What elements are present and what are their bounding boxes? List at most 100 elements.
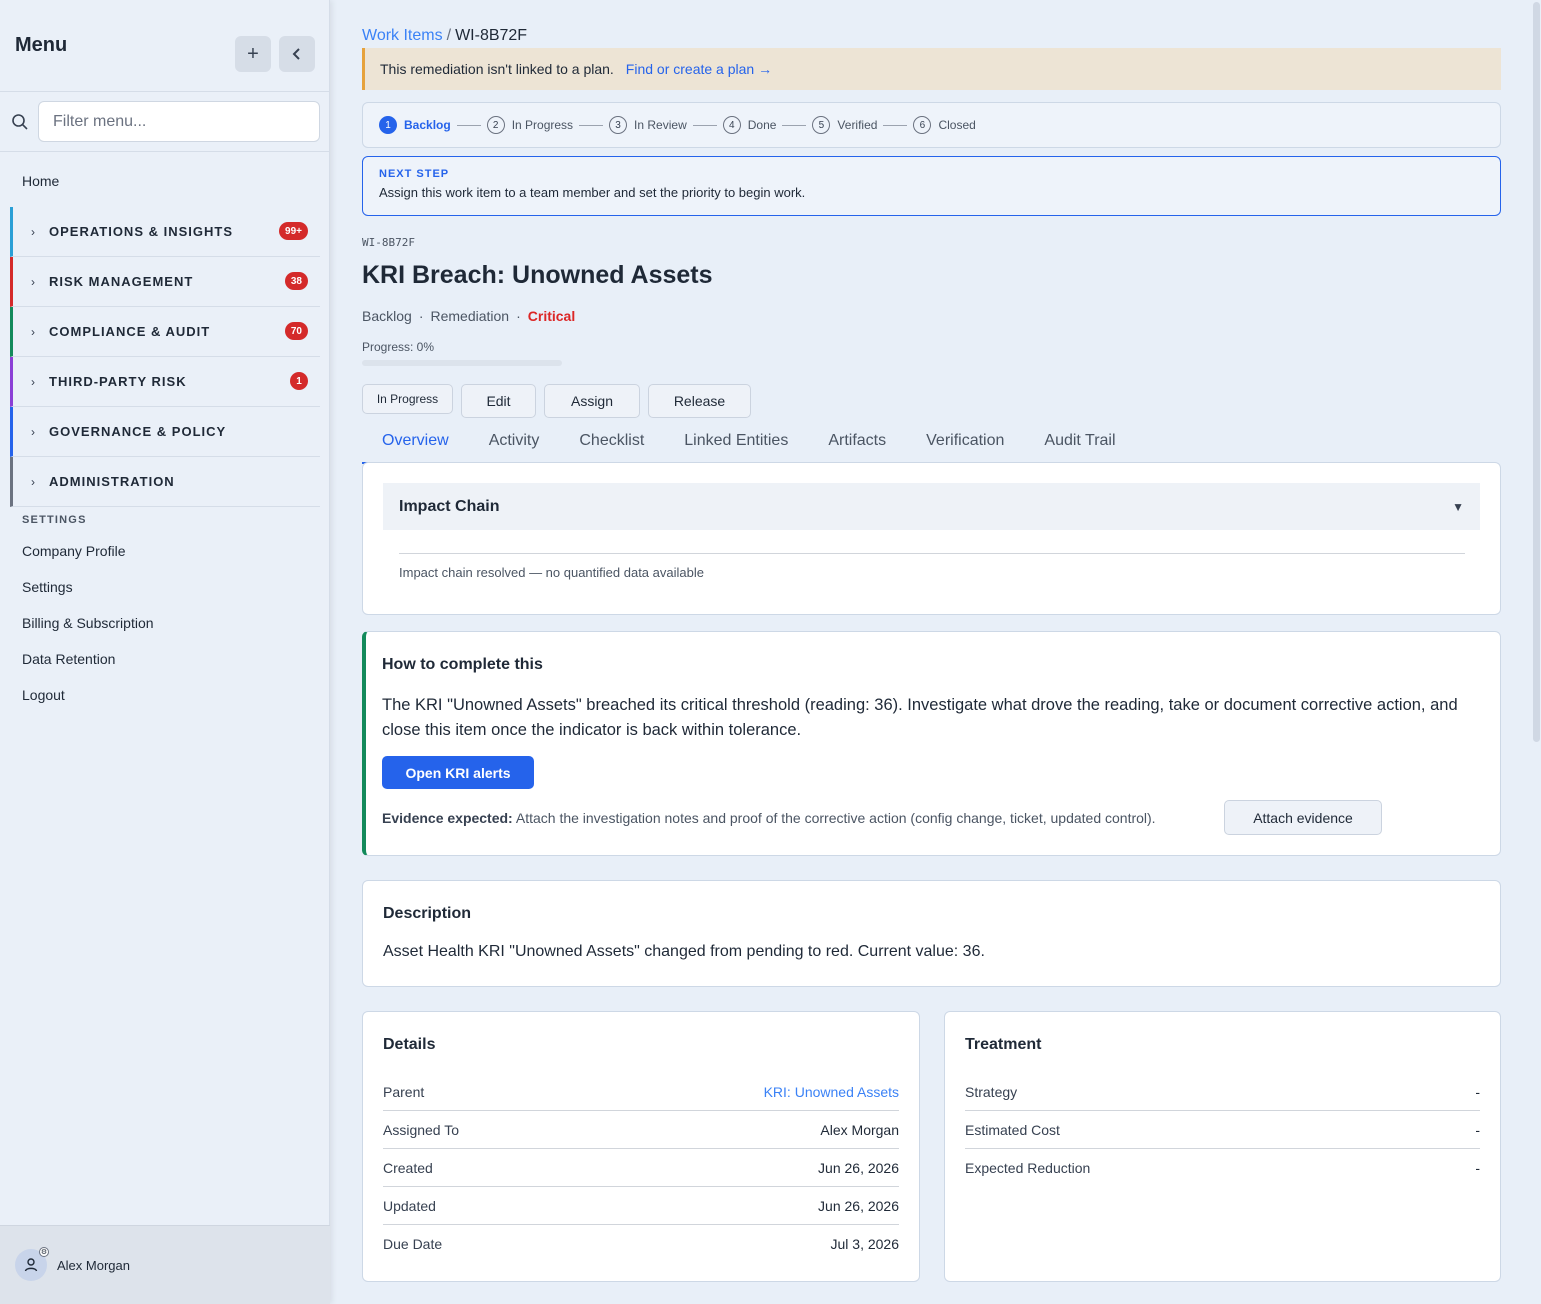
row-value: - xyxy=(1475,1160,1480,1176)
row-value: - xyxy=(1475,1121,1480,1138)
chevron-right-icon: › xyxy=(31,224,35,239)
treatment-row-strategy: Strategy - xyxy=(965,1073,1480,1111)
tab-linked-entities[interactable]: Linked Entities xyxy=(664,420,808,464)
step-label: In Progress xyxy=(511,118,574,132)
sidebar-group-label: GOVERNANCE & POLICY xyxy=(49,424,227,439)
step-label: Done xyxy=(747,118,777,132)
sidebar-group-compliance[interactable]: › COMPLIANCE & AUDIT 70 xyxy=(10,307,320,357)
user-footer[interactable]: ⚙ Alex Morgan xyxy=(0,1225,330,1304)
plus-icon: + xyxy=(247,42,259,65)
next-step-label: NEXT STEP xyxy=(379,168,450,180)
avatar: ⚙ xyxy=(15,1247,49,1281)
overview-panel: Impact Chain ▼ Impact chain resolved — n… xyxy=(362,462,1501,615)
collapse-sidebar-button[interactable] xyxy=(279,36,315,72)
scrollbar-thumb[interactable] xyxy=(1533,2,1540,742)
find-create-plan-link[interactable]: Find or create a plan → xyxy=(626,61,772,77)
attach-evidence-button[interactable]: Attach evidence xyxy=(1224,800,1382,835)
add-button[interactable]: + xyxy=(235,36,271,72)
how-to-title: How to complete this xyxy=(382,656,543,673)
sidebar-item-settings[interactable]: Settings xyxy=(22,579,154,615)
tab-overview[interactable]: Overview xyxy=(362,420,469,464)
count-badge: 38 xyxy=(284,272,308,290)
row-label: Due Date xyxy=(383,1236,443,1252)
row-value: Jul 3, 2026 xyxy=(830,1236,900,1252)
sidebar-group-third-party[interactable]: › THIRD-PARTY RISK 1 xyxy=(10,357,320,407)
scrollbar[interactable] xyxy=(1533,0,1541,1304)
impact-chain-header[interactable]: Impact Chain ▼ xyxy=(383,483,1480,530)
next-step-panel: NEXT STEP Assign this work item to a tea… xyxy=(362,156,1501,216)
row-label: Estimated Cost xyxy=(965,1121,1060,1138)
sidebar-group-risk[interactable]: › RISK MANAGEMENT 38 xyxy=(10,257,320,307)
sidebar-group-governance[interactable]: › GOVERNANCE & POLICY xyxy=(10,407,320,457)
step-number: 6 xyxy=(913,116,932,134)
tab-checklist[interactable]: Checklist xyxy=(559,420,664,464)
banner-text: This remediation isn't linked to a plan. xyxy=(380,61,614,77)
divider xyxy=(399,553,1465,554)
count-badge: 70 xyxy=(284,322,308,340)
sidebar-group-label: ADMINISTRATION xyxy=(49,474,175,489)
how-to-text: The KRI "Unowned Assets" breached its cr… xyxy=(382,696,1458,739)
sidebar-group-administration[interactable]: › ADMINISTRATION xyxy=(10,457,320,507)
step-number: 4 xyxy=(722,116,741,134)
search-icon xyxy=(10,112,30,132)
settings-gear-icon: ⚙ xyxy=(39,1247,49,1257)
detail-row-updated: Updated Jun 26, 2026 xyxy=(383,1187,899,1225)
severity-label: Critical xyxy=(527,308,576,324)
step-connector xyxy=(782,124,807,126)
step-number: 2 xyxy=(486,116,505,134)
sidebar-item-home[interactable]: Home xyxy=(22,173,59,189)
release-button[interactable]: Release xyxy=(648,384,751,418)
progress-label: Progress: 0% xyxy=(362,340,435,354)
details-rows: Parent KRI: Unowned Assets Assigned To Ale… xyxy=(383,1073,899,1263)
tab-artifacts[interactable]: Artifacts xyxy=(808,420,906,464)
sidebar-item-data-retention[interactable]: Data Retention xyxy=(22,651,154,687)
treatment-row-reduction: Expected Reduction - xyxy=(965,1149,1480,1187)
filter-menu-input[interactable] xyxy=(38,101,320,142)
status-stepper: 1 Backlog 2 In Progress 3 In Review 4 Done 5… xyxy=(362,102,1501,148)
sidebar-search xyxy=(0,92,329,152)
evidence-label: Evidence expected: xyxy=(382,810,513,826)
row-label: Parent xyxy=(383,1083,425,1100)
sidebar-item-company-profile[interactable]: Company Profile xyxy=(22,543,154,579)
sidebar-group-label: THIRD-PARTY RISK xyxy=(49,374,187,389)
tab-audit-trail[interactable]: Audit Trail xyxy=(1024,420,1135,464)
step-connector xyxy=(692,124,717,126)
description-card: Description Asset Health KRI "Unowned As… xyxy=(362,880,1501,987)
in-progress-button[interactable]: In Progress xyxy=(362,384,453,414)
step-number: 1 xyxy=(379,116,397,134)
sidebar: Menu + Home › OPERATIONS & INSIGHTS 99+ … xyxy=(0,0,330,1304)
description-text: Asset Health KRI "Unowned Assets" change… xyxy=(383,943,985,960)
progress-bar xyxy=(362,360,562,366)
assign-button[interactable]: Assign xyxy=(544,384,640,418)
tab-activity[interactable]: Activity xyxy=(469,420,560,464)
sidebar-group-label: RISK MANAGEMENT xyxy=(49,274,194,289)
row-value: Jun 26, 2026 xyxy=(818,1159,899,1176)
tab-verification[interactable]: Verification xyxy=(906,420,1024,464)
open-kri-alerts-button[interactable]: Open KRI alerts xyxy=(382,756,534,789)
count-badge: 99+ xyxy=(279,222,308,240)
sidebar-groups: › OPERATIONS & INSIGHTS 99+ › RISK MANAG… xyxy=(10,207,320,507)
parent-link[interactable]: KRI: Unowned Assets xyxy=(764,1084,899,1100)
settings-list: Company Profile Settings Billing & Subsc… xyxy=(22,543,154,723)
sidebar-group-label: OPERATIONS & INSIGHTS xyxy=(49,224,233,239)
edit-button[interactable]: Edit xyxy=(461,384,536,418)
user-name: Alex Morgan xyxy=(57,1257,130,1273)
details-title: Details xyxy=(383,1036,436,1053)
step-in-progress: 2 In Progress xyxy=(486,116,609,134)
sidebar-item-billing[interactable]: Billing & Subscription xyxy=(22,615,154,651)
row-value: Alex Morgan xyxy=(820,1121,899,1138)
item-status: Backlog xyxy=(362,308,412,324)
breadcrumb-work-items-link[interactable]: Work Items xyxy=(362,27,443,44)
step-number: 3 xyxy=(609,116,628,134)
step-verified: 5 Verified xyxy=(812,116,913,134)
next-step-text: Assign this work item to a team member a… xyxy=(379,185,806,200)
sidebar-item-logout[interactable]: Logout xyxy=(22,687,154,723)
step-connector xyxy=(579,124,604,126)
row-value: Jun 26, 2026 xyxy=(818,1197,899,1214)
impact-chain-title: Impact Chain xyxy=(399,497,500,515)
breadcrumb-separator: / xyxy=(446,27,452,44)
chevron-right-icon: › xyxy=(31,374,35,389)
caret-down-icon: ▼ xyxy=(1452,499,1464,514)
sidebar-group-operations[interactable]: › OPERATIONS & INSIGHTS 99+ xyxy=(10,207,320,257)
chevron-right-icon: › xyxy=(31,324,35,339)
